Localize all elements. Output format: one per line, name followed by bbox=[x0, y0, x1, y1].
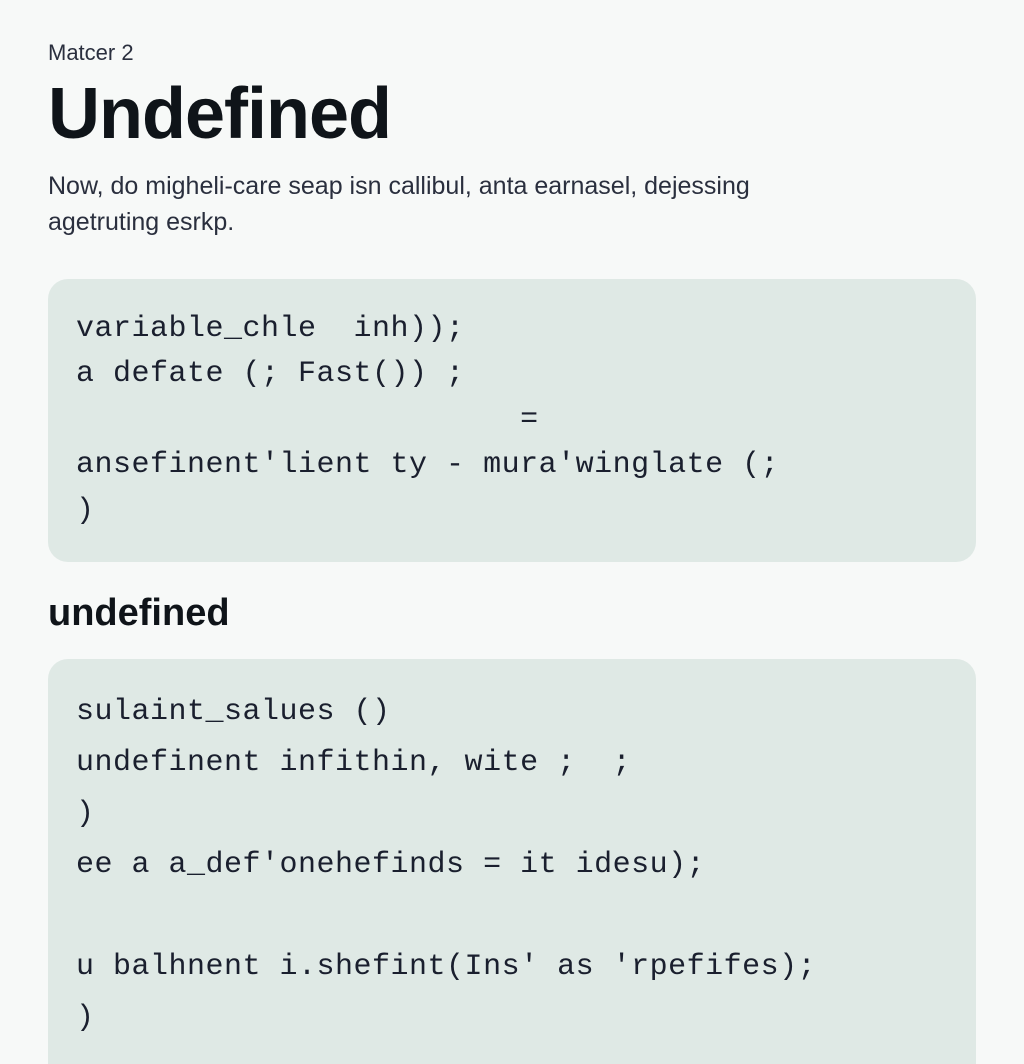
code-block-2: sulaint_salues () undefinent infithin, w… bbox=[48, 659, 976, 1064]
subheading: undefined bbox=[48, 592, 976, 635]
code-block-1: variable_chle inh)); a defate (; Fast())… bbox=[48, 279, 976, 563]
page-title: Undefined bbox=[48, 78, 976, 150]
eyebrow-label: Matcer 2 bbox=[48, 40, 976, 66]
description-text: Now, do migheli-care seap isn callibul, … bbox=[48, 168, 828, 241]
